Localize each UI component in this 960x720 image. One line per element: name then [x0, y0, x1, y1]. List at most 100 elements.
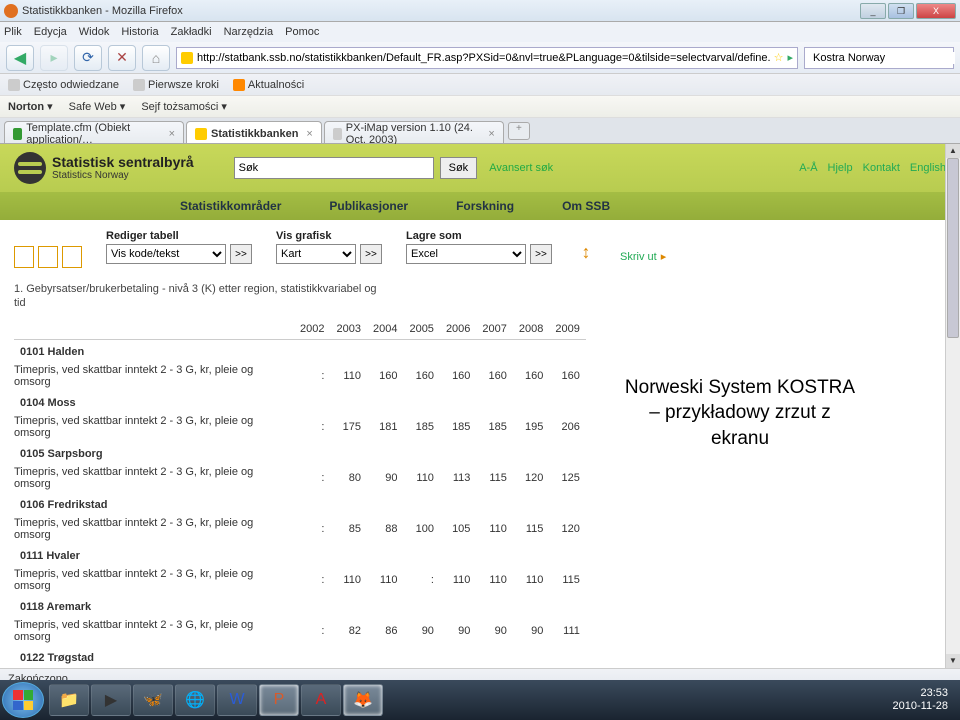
vertical-scrollbar[interactable]: ▲ ▼	[945, 144, 960, 668]
norton-safeweb[interactable]: Safe Web ▾	[67, 100, 126, 113]
scroll-up-icon[interactable]: ▲	[946, 144, 960, 158]
menu-history[interactable]: Historia	[121, 26, 158, 38]
nav-publications[interactable]: Publikasjoner	[329, 199, 408, 213]
value-cell: 90	[367, 463, 403, 493]
triangle-icon: ▸	[661, 250, 667, 263]
bookmark-firststeps[interactable]: Pierwsze kroki	[133, 79, 219, 91]
edit-select[interactable]: Vis kode/tekst	[106, 244, 226, 264]
system-clock[interactable]: 23:53 2010-11-28	[883, 687, 958, 713]
start-button[interactable]	[2, 682, 44, 718]
norton-label[interactable]: Norton ▾	[8, 100, 53, 113]
value-cell: 160	[513, 361, 549, 391]
nav-areas[interactable]: Statistikkområder	[180, 199, 281, 213]
app-icon[interactable]: 🦋	[133, 684, 173, 716]
back-button[interactable]: ◀	[6, 45, 34, 71]
year-header: 2004	[367, 319, 403, 340]
year-header: 2008	[513, 319, 549, 340]
ssb-icon	[195, 128, 207, 140]
bookmark-frequent[interactable]: Często odwiedzane	[8, 79, 119, 91]
swap-icon[interactable]	[62, 246, 82, 268]
powerpoint-icon[interactable]: P	[259, 684, 299, 716]
browser-search[interactable]	[804, 47, 954, 69]
url-bar[interactable]: ☆ ▸	[176, 47, 798, 69]
value-cell: 86	[367, 616, 403, 646]
year-header: 2002	[294, 319, 330, 340]
site-search-input[interactable]	[234, 157, 434, 179]
value-cell: 206	[549, 412, 585, 442]
value-cell: 60	[403, 667, 439, 668]
value-cell: :	[294, 361, 330, 391]
home-button[interactable]: ⌂	[142, 45, 170, 71]
variable-cell: Timepris, ved skattbar inntekt 2 - 3 G, …	[14, 667, 294, 668]
maximize-button[interactable]: ❐	[888, 3, 914, 19]
year-header: 2009	[549, 319, 585, 340]
explorer-icon[interactable]: 📁	[49, 684, 89, 716]
value-cell: 110	[476, 565, 512, 595]
value-cell: 175	[330, 412, 366, 442]
ssb-logo[interactable]: Statistisk sentralbyrå Statistics Norway	[14, 152, 194, 184]
nav-research[interactable]: Forskning	[456, 199, 514, 213]
go-icon[interactable]: ▸	[787, 51, 793, 64]
reload-button[interactable]: ⟳	[74, 45, 102, 71]
menu-view[interactable]: Widok	[79, 26, 110, 38]
tab-template[interactable]: Template.cfm (Obiekt application/…×	[4, 121, 184, 143]
graph-select[interactable]: Kart	[276, 244, 356, 264]
adobe-icon[interactable]: A	[301, 684, 341, 716]
save-select[interactable]: Excel	[406, 244, 526, 264]
word-icon[interactable]: W	[217, 684, 257, 716]
browser-search-input[interactable]	[813, 52, 955, 64]
scroll-down-icon[interactable]: ▼	[946, 654, 960, 668]
table-controls: Rediger tabell Vis kode/tekst >> Vis gra…	[0, 220, 960, 272]
close-icon[interactable]: ×	[169, 128, 175, 140]
link-contact[interactable]: Kontakt	[863, 162, 900, 174]
scroll-thumb[interactable]	[947, 158, 959, 338]
browser-icon[interactable]: 🌐	[175, 684, 215, 716]
new-tab-button[interactable]: +	[508, 122, 530, 140]
rotate-icon[interactable]	[14, 246, 34, 268]
menu-help[interactable]: Pomoc	[285, 26, 319, 38]
bookmarks-bar: Często odwiedzane Pierwsze kroki Aktualn…	[0, 74, 960, 96]
save-go-button[interactable]: >>	[530, 244, 552, 264]
pivot-icon[interactable]	[38, 246, 58, 268]
brand-line2: Statistics Norway	[52, 170, 194, 181]
menu-tools[interactable]: Narzędzia	[224, 26, 274, 38]
firefox-taskbar-icon[interactable]: 🦊	[343, 684, 383, 716]
close-icon[interactable]: ×	[306, 128, 312, 140]
variable-cell: Timepris, ved skattbar inntekt 2 - 3 G, …	[14, 616, 294, 646]
link-english[interactable]: English	[910, 162, 946, 174]
folder-icon	[8, 79, 20, 91]
url-input[interactable]	[197, 52, 770, 64]
tab-strip: Template.cfm (Obiekt application/…× Stat…	[0, 118, 960, 144]
value-cell: 160	[367, 361, 403, 391]
bookmark-news[interactable]: Aktualności	[233, 79, 304, 91]
close-icon[interactable]: ×	[488, 128, 494, 140]
annotation-text: Norweski System KOSTRA – przykładowy zrz…	[620, 375, 860, 452]
mediaplayer-icon[interactable]: ▶	[91, 684, 131, 716]
menu-edit[interactable]: Edycja	[34, 26, 67, 38]
stop-button[interactable]: ✕	[108, 45, 136, 71]
print-link[interactable]: Skriv ut ▸	[620, 230, 666, 263]
advanced-search-link[interactable]: Avansert søk	[489, 162, 553, 174]
forward-button[interactable]: ▸	[40, 45, 68, 71]
menu-bookmarks[interactable]: Zakładki	[171, 26, 212, 38]
window-titlebar: Statistikkbanken - Mozilla Firefox _ ❐ X	[0, 0, 960, 22]
close-button[interactable]: X	[916, 3, 956, 19]
graph-go-button[interactable]: >>	[360, 244, 382, 264]
nav-about[interactable]: Om SSB	[562, 199, 610, 213]
bookmark-star-icon[interactable]: ☆	[774, 51, 784, 64]
tab-statistikkbanken[interactable]: Statistikkbanken×	[186, 121, 322, 143]
link-help[interactable]: Hjelp	[828, 162, 853, 174]
brand-line1: Statistisk sentralbyrå	[52, 155, 194, 170]
tab-pximap[interactable]: PX-iMap version 1.10 (24. Oct. 2003)×	[324, 121, 504, 143]
sort-icon[interactable]: ↕	[576, 230, 596, 260]
page-content: Statistisk sentralbyrå Statistics Norway…	[0, 144, 960, 668]
window-title: Statistikkbanken - Mozilla Firefox	[22, 5, 860, 17]
minimize-button[interactable]: _	[860, 3, 886, 19]
edit-go-button[interactable]: >>	[230, 244, 252, 264]
norton-vault[interactable]: Sejf tożsamości ▾	[139, 100, 227, 113]
link-aa[interactable]: A-Å	[799, 162, 817, 174]
year-header: 2003	[330, 319, 366, 340]
menu-file[interactable]: Plik	[4, 26, 22, 38]
header-links: A-Å Hjelp Kontakt English	[799, 162, 946, 174]
site-search-button[interactable]: Søk	[440, 157, 478, 179]
